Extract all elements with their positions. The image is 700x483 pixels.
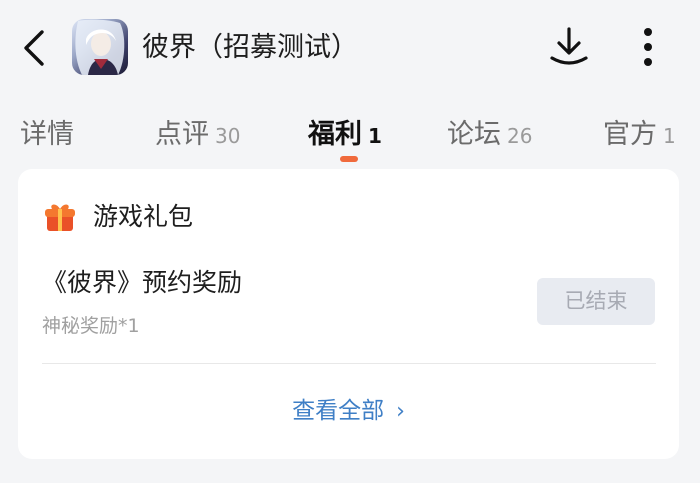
active-tab-indicator bbox=[340, 156, 358, 162]
view-all-link[interactable]: 查看全部 › bbox=[18, 394, 679, 429]
gift-item-title: 《彼界》预约奖励 bbox=[42, 268, 243, 297]
gift-item-reward: 神秘奖励*1 bbox=[42, 315, 140, 337]
chevron-right-icon: › bbox=[396, 399, 405, 424]
tab-forum[interactable]: 论坛 26 bbox=[447, 112, 532, 151]
tab-label: 官方 bbox=[603, 119, 657, 150]
more-vertical-icon bbox=[644, 28, 652, 66]
game-gift-card: 游戏礼包 《彼界》预约奖励 神秘奖励*1 已结束 查看全部 › bbox=[18, 169, 679, 459]
tab-bar: 详情 点评 30 福利 1 论坛 26 官方 1 bbox=[0, 100, 700, 164]
tab-label: 论坛 bbox=[447, 119, 501, 150]
app-title: 彼界（招募测试） bbox=[142, 32, 358, 63]
tab-details[interactable]: 详情 bbox=[20, 112, 74, 151]
gift-icon bbox=[45, 204, 75, 231]
download-button[interactable] bbox=[548, 24, 590, 70]
back-button[interactable] bbox=[18, 26, 52, 70]
download-icon bbox=[550, 27, 588, 65]
tab-reviews[interactable]: 点评 30 bbox=[155, 112, 240, 151]
tab-label: 详情 bbox=[20, 119, 74, 150]
tab-count: 30 bbox=[215, 124, 241, 148]
tab-count: 26 bbox=[507, 124, 533, 148]
tab-official[interactable]: 官方 1 bbox=[603, 112, 676, 151]
tab-count: 1 bbox=[663, 124, 676, 148]
game-icon bbox=[72, 19, 128, 75]
card-title: 游戏礼包 bbox=[93, 202, 194, 231]
divider bbox=[42, 363, 656, 364]
character-art-icon bbox=[75, 19, 125, 75]
back-arrow-icon bbox=[24, 30, 44, 66]
tab-count: 1 bbox=[368, 124, 382, 148]
gift-status-button[interactable]: 已结束 bbox=[537, 278, 655, 325]
tab-benefits[interactable]: 福利 1 bbox=[308, 112, 382, 151]
more-button[interactable] bbox=[630, 24, 666, 70]
tab-label: 福利 bbox=[308, 119, 362, 150]
tab-label: 点评 bbox=[155, 119, 209, 150]
view-all-label: 查看全部 bbox=[292, 398, 385, 424]
app-header: 彼界（招募测试） bbox=[0, 0, 700, 95]
